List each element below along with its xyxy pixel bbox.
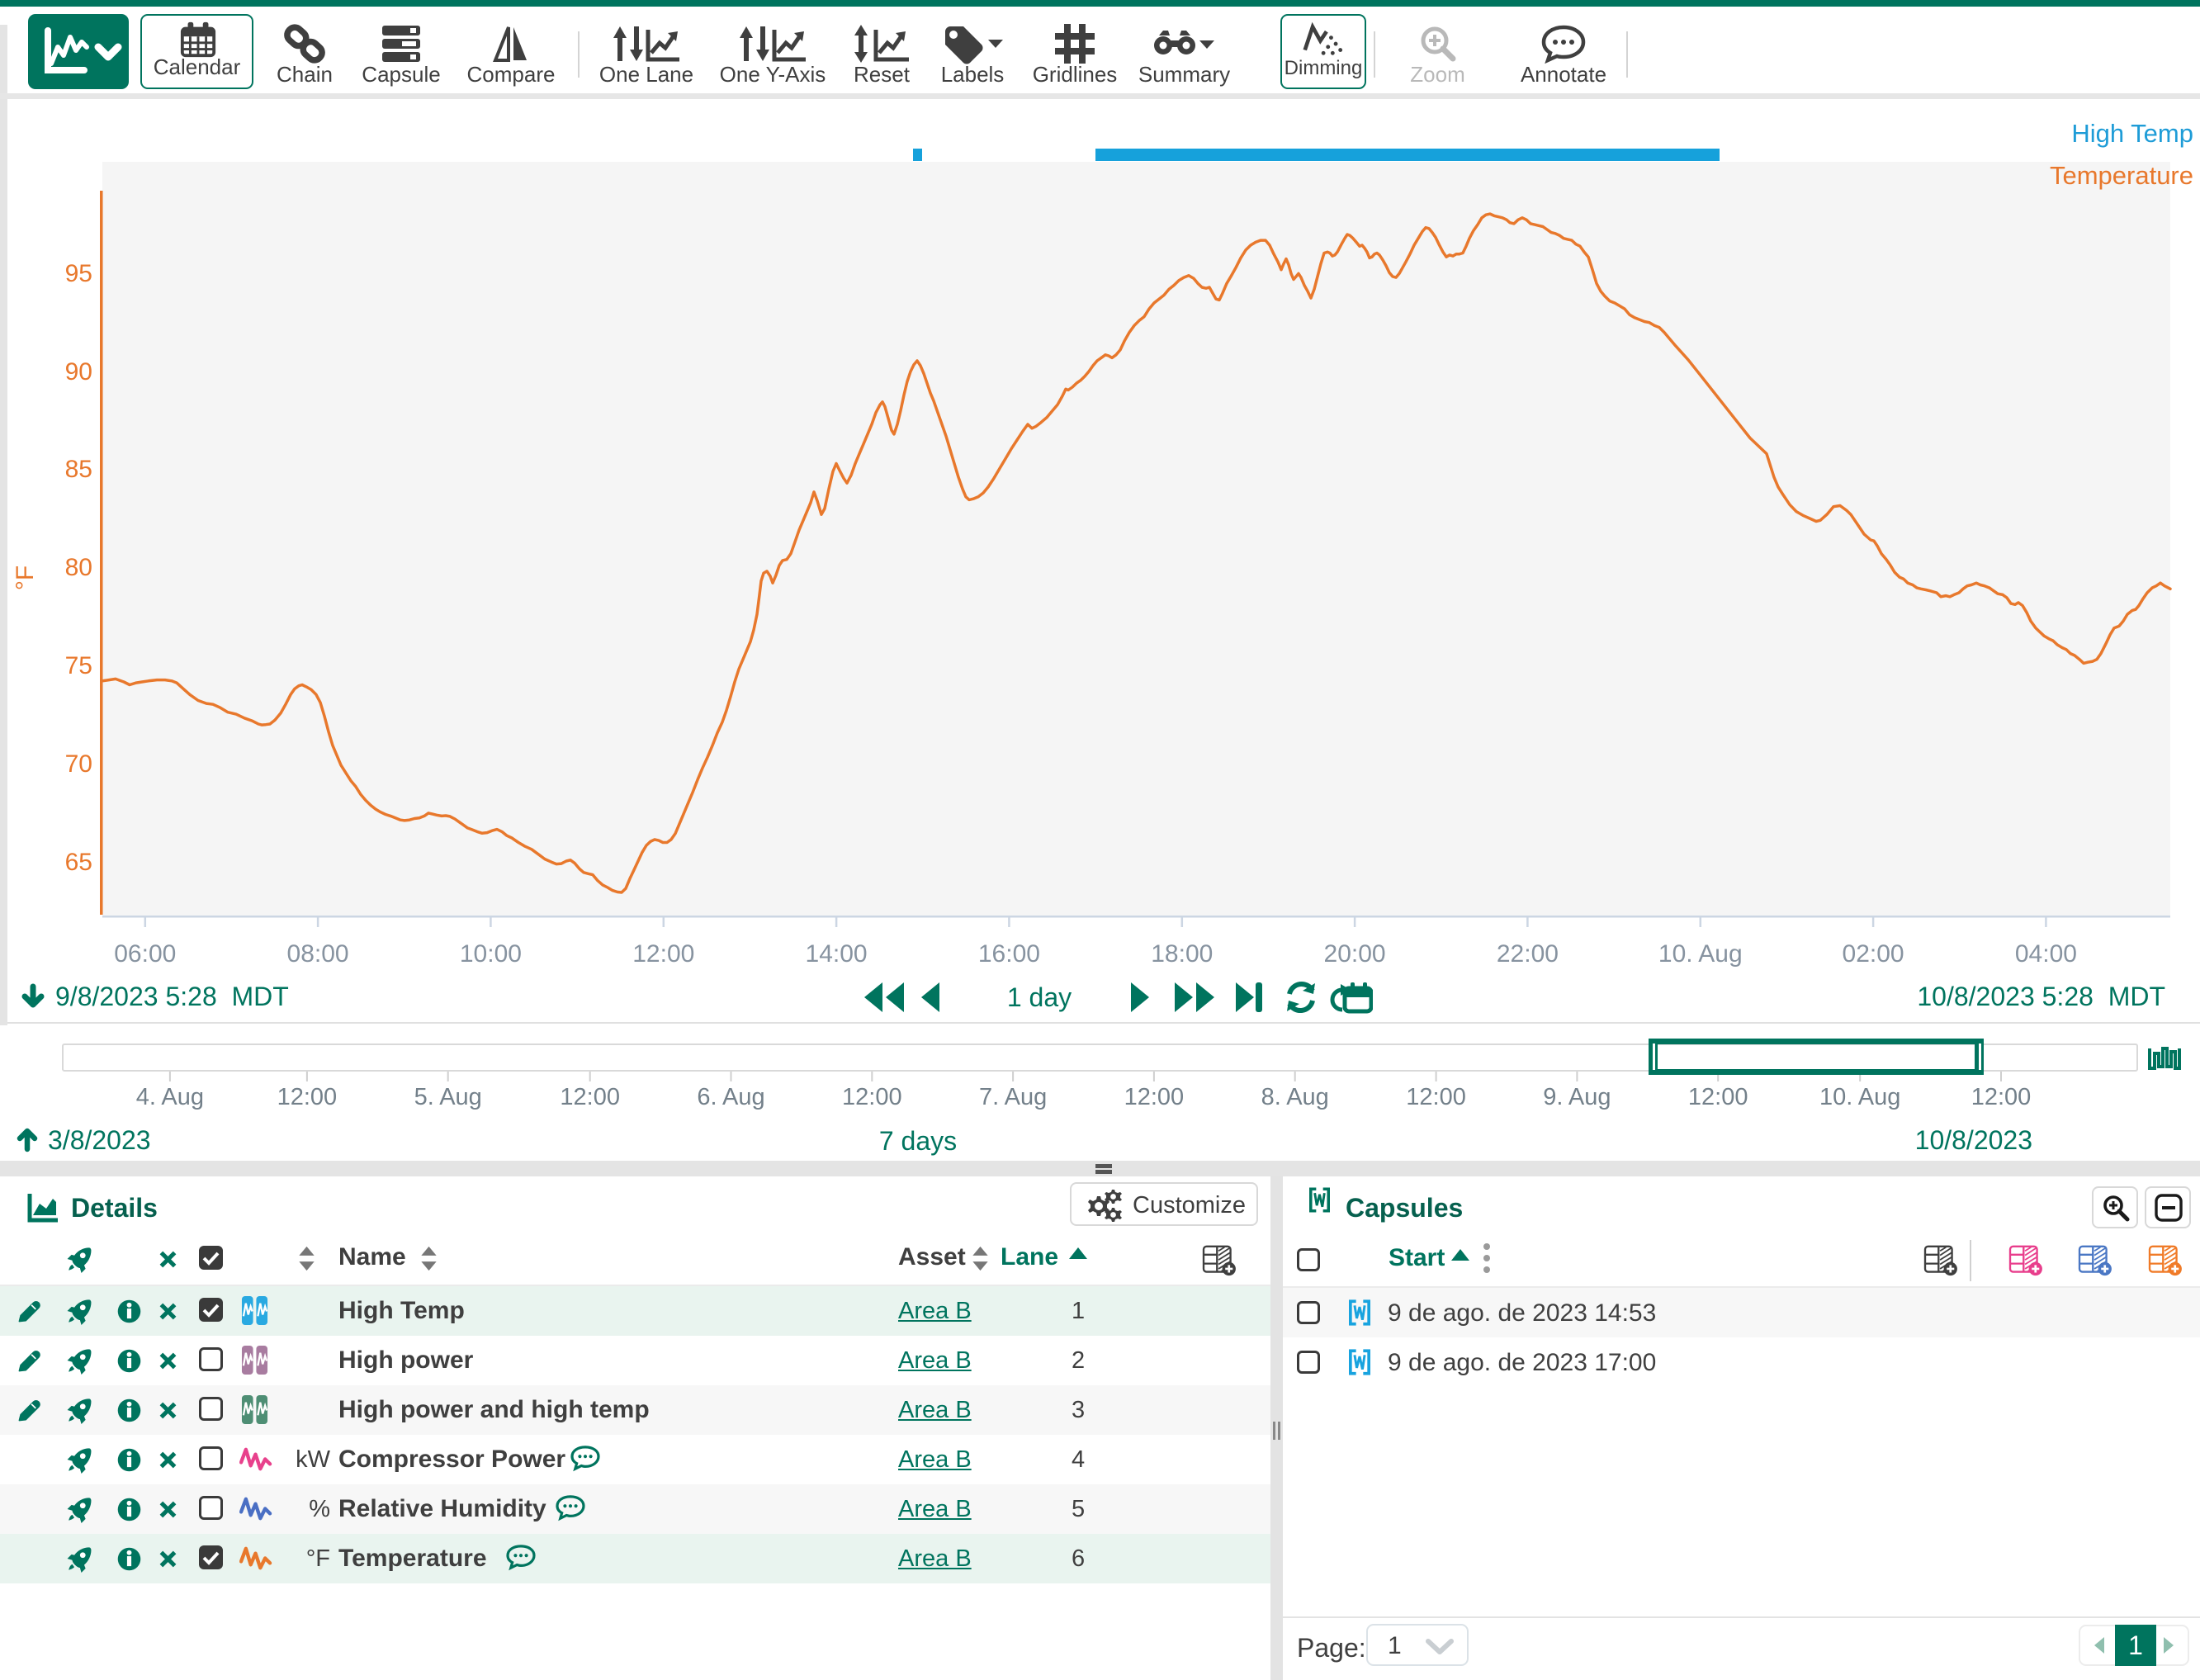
svg-text:70: 70 [65, 750, 92, 778]
svg-text:90: 90 [65, 358, 92, 386]
svg-text:High Temp: High Temp [2071, 119, 2193, 148]
svg-text:95: 95 [65, 260, 92, 287]
svg-text:75: 75 [65, 652, 92, 679]
svg-text:80: 80 [65, 554, 92, 581]
svg-text:85: 85 [65, 456, 92, 483]
svg-text:°F: °F [12, 566, 39, 590]
svg-text:Temperature: Temperature [2050, 161, 2193, 190]
svg-text:65: 65 [65, 849, 92, 876]
